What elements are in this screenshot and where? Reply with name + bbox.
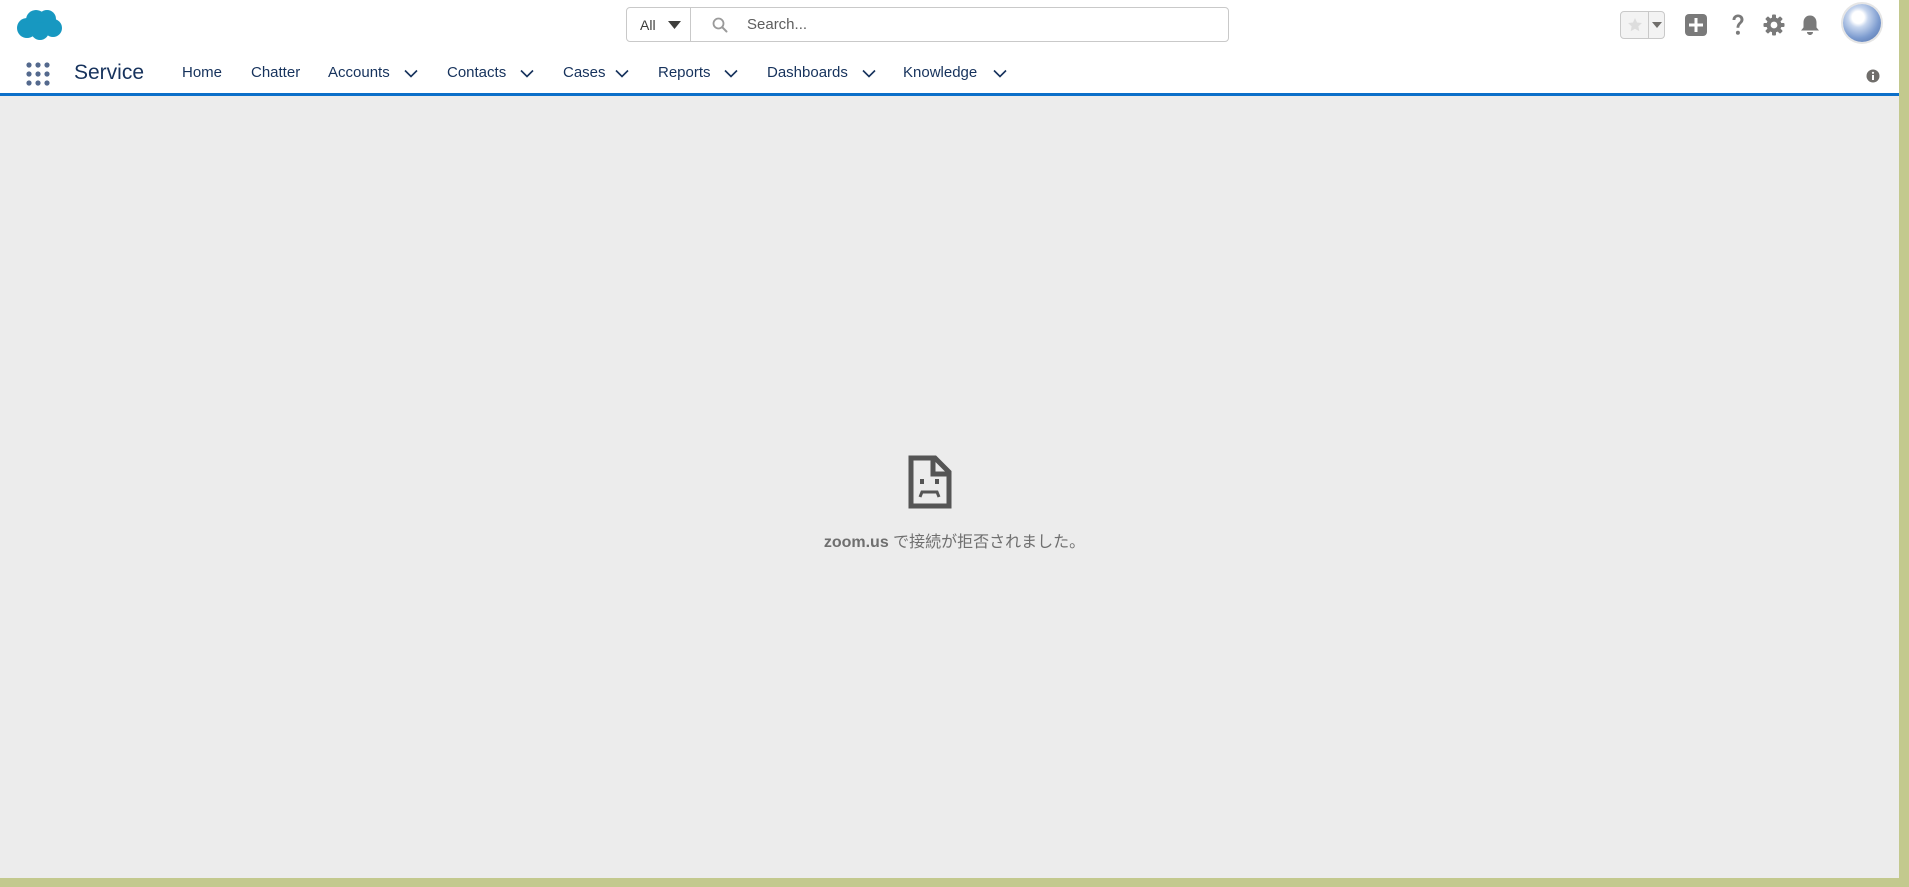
favorites-button-group [1620,11,1665,39]
chevron-down-icon[interactable] [520,69,534,78]
app-launcher-grid-icon[interactable] [26,62,50,86]
global-search: All [626,7,1229,42]
favorites-menu-icon[interactable] [1652,22,1662,28]
error-message: zoom.us で接続が拒否されました。 [0,528,1899,552]
chevron-down-icon[interactable] [724,69,738,78]
error-message-text: で接続が拒否されました。 [888,534,1086,551]
chevron-down-icon[interactable] [862,69,876,78]
search-scope-value: All [640,17,656,33]
nav-item-cases[interactable]: Cases [563,64,606,84]
error-host: zoom.us [823,534,889,551]
user-avatar[interactable] [1843,4,1881,42]
setup-gear-icon[interactable] [1763,14,1785,36]
nav-item-dashboards[interactable]: Dashboards [767,64,848,84]
notifications-bell-icon[interactable] [1799,14,1821,36]
global-header: All [0,0,1899,50]
help-icon[interactable] [1729,13,1747,37]
sad-document-icon [908,455,952,509]
favorites-divider [1648,12,1649,38]
chevron-down-icon[interactable] [993,69,1007,78]
chevron-down-icon[interactable] [615,69,629,78]
nav-item-accounts[interactable]: Accounts [328,64,390,84]
search-icon [712,17,728,33]
salesforce-cloud-icon[interactable] [16,9,62,41]
app-navigation-bar: Service Home Chatter Accounts Contacts C… [0,50,1899,96]
search-scope-dropdown[interactable]: All [627,8,691,41]
nav-item-reports[interactable]: Reports [658,64,711,84]
favorites-star-icon[interactable] [1627,17,1643,33]
info-icon[interactable] [1866,69,1880,83]
global-actions-plus-icon[interactable] [1684,13,1708,37]
nav-item-chatter[interactable]: Chatter [251,64,300,84]
nav-item-knowledge[interactable]: Knowledge [903,64,977,84]
caret-down-icon [668,21,681,29]
nav-item-contacts[interactable]: Contacts [447,64,506,84]
frame-error: zoom.us で接続が拒否されました。 [0,455,1899,551]
search-input[interactable] [747,14,1207,34]
nav-item-home[interactable]: Home [182,64,222,84]
chevron-down-icon[interactable] [404,69,418,78]
app-name: Service [74,61,145,84]
app-window: All Search... Service Home Chatter Accou… [0,0,1899,878]
